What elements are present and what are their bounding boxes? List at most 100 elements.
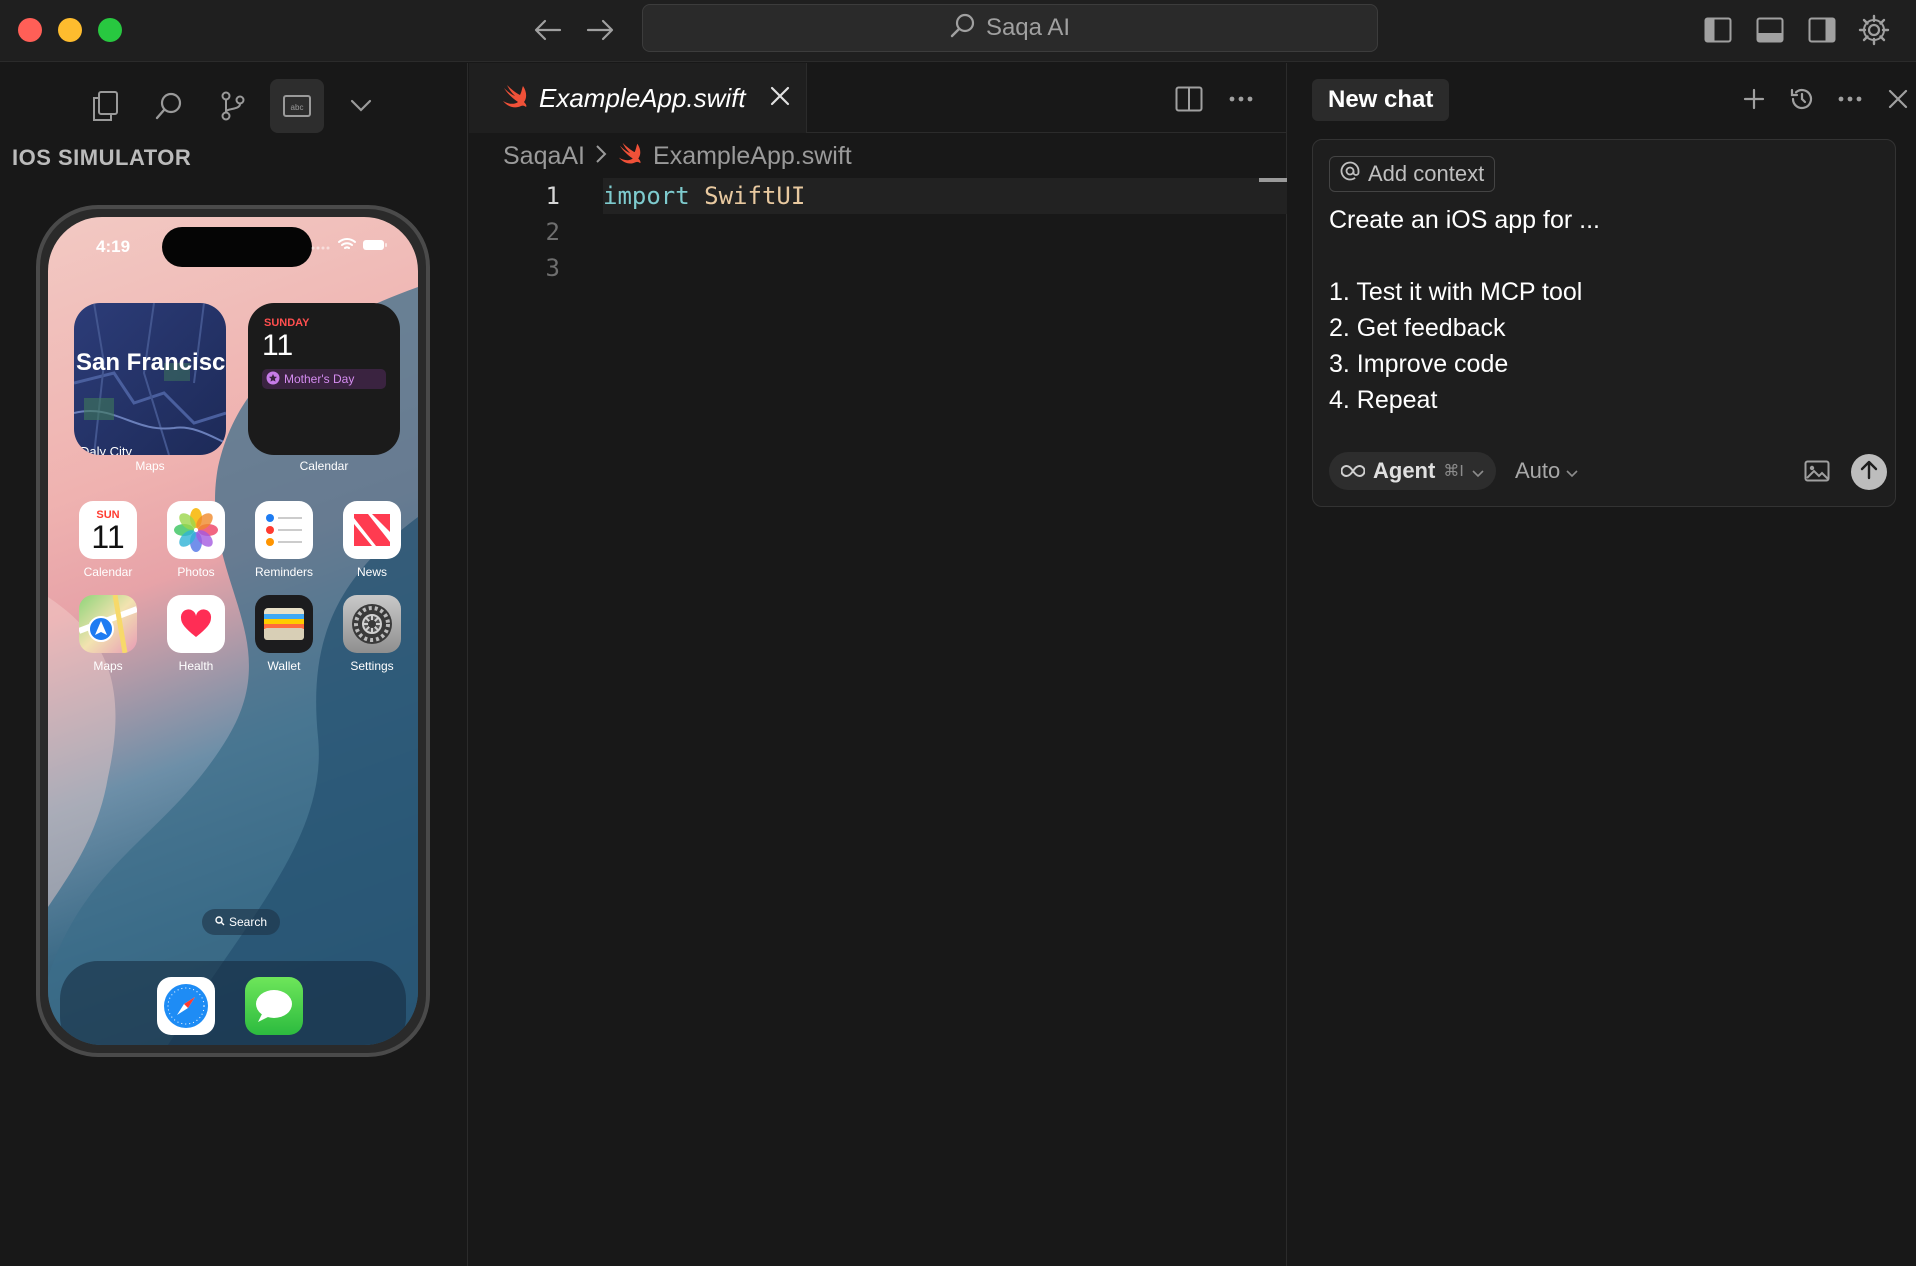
prompt-line: 4. Repeat <box>1329 386 1438 414</box>
calendar-icon: SUN 11 <box>79 501 137 559</box>
arrow-up-icon <box>1860 460 1878 485</box>
app-maps[interactable]: Maps <box>68 595 148 673</box>
code-text: import SwiftUI <box>603 178 805 214</box>
breadcrumb-root[interactable]: SaqaAI <box>503 142 585 171</box>
plus-icon[interactable] <box>1734 79 1774 119</box>
code-line[interactable]: 1 import SwiftUI <box>469 178 1286 214</box>
calendar-widget-label: Calendar <box>299 459 349 473</box>
editor-tab[interactable]: ExampleApp.swift <box>469 63 807 133</box>
wifi-icon <box>338 237 356 256</box>
status-time: 4:19 <box>96 237 131 256</box>
app-messages[interactable] <box>234 977 314 1035</box>
simulator-screen[interactable]: 4:19 San Francisco Daly City Maps SUNDAY… <box>48 217 418 1045</box>
photos-icon <box>167 501 225 559</box>
maps-widget[interactable]: San Francisco Daly City <box>74 303 226 455</box>
code-keyword: import <box>603 182 690 210</box>
more-icon[interactable] <box>1221 79 1261 119</box>
messages-icon <box>245 977 303 1035</box>
line-number: 3 <box>545 254 560 282</box>
news-icon <box>343 501 401 559</box>
app-label: Settings <box>350 659 394 673</box>
minimize-window-button[interactable] <box>58 18 82 42</box>
prompt-line: 1. Test it with MCP tool <box>1329 278 1583 306</box>
minimap[interactable] <box>1259 178 1287 182</box>
wallet-icon <box>255 595 313 653</box>
app-label: Health <box>178 659 214 673</box>
app-calendar[interactable]: SUN 11 Calendar <box>68 501 148 579</box>
simulator-icon[interactable]: abc <box>270 79 324 133</box>
prompt-line: Create an iOS app for ... <box>1329 206 1600 234</box>
calendar-widget[interactable]: SUNDAY 11 Mother's Day <box>248 303 400 455</box>
star-icon <box>266 371 280 388</box>
calendar-icon-date: 11 <box>91 519 125 555</box>
maps-widget-title: San Francisco <box>76 349 226 376</box>
code-editor: ExampleApp.swift SaqaAI ExampleApp.swift… <box>469 63 1287 1266</box>
status-icons <box>310 237 388 256</box>
chevron-right-icon <box>595 142 607 171</box>
chat-input[interactable]: Create an iOS app for ... 1. Test it wit… <box>1329 202 1600 418</box>
search-icon[interactable] <box>142 79 196 133</box>
title-bar: Saqa AI <box>0 0 1916 62</box>
model-label: Auto <box>1515 458 1561 483</box>
gear-icon[interactable] <box>1856 12 1892 48</box>
split-editor-icon[interactable] <box>1169 79 1209 119</box>
app-photos[interactable]: Photos <box>156 501 236 579</box>
search-bar-text: Saqa AI <box>985 14 1071 41</box>
app-settings[interactable]: Settings <box>332 595 412 673</box>
source-control-icon[interactable] <box>206 79 260 133</box>
agent-mode-label: Agent <box>1373 458 1436 483</box>
app-safari[interactable] <box>146 977 226 1035</box>
chevron-down-icon[interactable] <box>334 79 388 133</box>
home-search-button[interactable]: Search <box>202 909 280 935</box>
model-selector[interactable]: Auto <box>1515 452 1578 490</box>
dynamic-island <box>162 227 312 267</box>
code-line[interactable]: 2 <box>469 214 1286 250</box>
maps-widget-sub: Daly City <box>80 444 133 455</box>
maximize-window-button[interactable] <box>98 18 122 42</box>
prompt-line: 2. Get feedback <box>1329 314 1506 342</box>
files-icon[interactable] <box>78 79 132 133</box>
app-health[interactable]: Health <box>156 595 236 673</box>
more-icon[interactable] <box>1830 79 1870 119</box>
calendar-event: Mother's Day <box>262 369 386 389</box>
chat-composer[interactable]: Add context Create an iOS app for ... 1.… <box>1312 139 1896 507</box>
add-context-button[interactable]: Add context <box>1329 156 1496 192</box>
close-icon[interactable] <box>1878 79 1916 119</box>
maps-widget-label: Maps <box>135 459 165 473</box>
image-icon[interactable] <box>1797 452 1837 490</box>
svg-text:abc: abc <box>291 103 304 112</box>
chevron-down-icon <box>1472 458 1484 484</box>
swift-file-icon <box>617 141 643 172</box>
app-wallet[interactable]: Wallet <box>244 595 324 673</box>
toggle-panel-icon[interactable] <box>1752 12 1788 48</box>
command-search-bar[interactable]: Saqa AI <box>642 4 1378 52</box>
maps-icon <box>79 595 137 653</box>
infinity-icon <box>1340 458 1366 484</box>
send-button[interactable] <box>1851 454 1887 490</box>
breadcrumb: SaqaAI ExampleApp.swift <box>503 141 852 172</box>
agent-mode-selector[interactable]: Agent ⌘I <box>1329 452 1496 490</box>
history-icon[interactable] <box>1782 79 1822 119</box>
app-news[interactable]: News <box>332 501 412 579</box>
line-number: 1 <box>545 182 560 210</box>
app-label: Maps <box>93 659 123 673</box>
close-window-button[interactable] <box>18 18 42 42</box>
ios-simulator-device[interactable]: 4:19 San Francisco Daly City Maps SUNDAY… <box>36 205 430 1057</box>
search-icon <box>215 915 225 929</box>
arrow-right-icon[interactable] <box>582 12 618 48</box>
app-reminders[interactable]: Reminders <box>244 501 324 579</box>
agent-mode-shortcut: ⌘I <box>1443 463 1464 480</box>
close-icon[interactable] <box>770 86 790 111</box>
swift-file-icon <box>501 83 529 114</box>
code-line[interactable]: 3 <box>469 250 1286 286</box>
arrow-left-icon[interactable] <box>530 12 566 48</box>
toggle-right-sidebar-icon[interactable] <box>1804 12 1840 48</box>
add-context-label: Add context <box>1368 161 1485 186</box>
app-label: Wallet <box>267 659 301 673</box>
toggle-left-sidebar-icon[interactable] <box>1700 12 1736 48</box>
breadcrumb-file[interactable]: ExampleApp.swift <box>653 142 852 171</box>
calendar-widget-date: 11 <box>262 329 294 362</box>
chevron-down-icon <box>1566 458 1578 484</box>
chat-tab[interactable]: New chat <box>1312 79 1450 121</box>
reminders-icon <box>255 501 313 559</box>
